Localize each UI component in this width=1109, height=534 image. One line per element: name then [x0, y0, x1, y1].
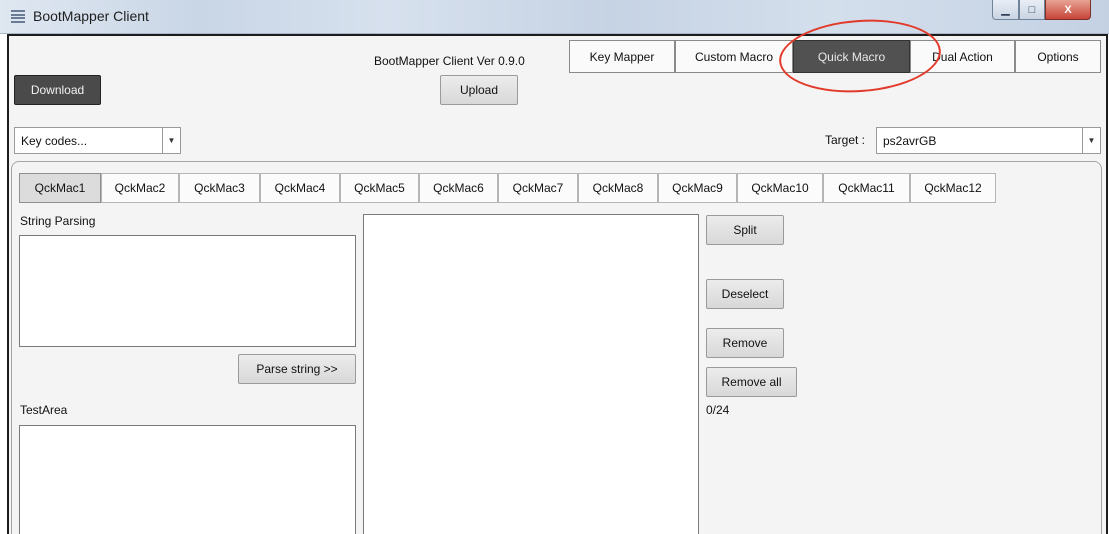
test-area-input[interactable] — [19, 425, 356, 534]
target-select[interactable]: ps2avrGB ▼ — [876, 127, 1101, 154]
tab-qckmac8[interactable]: QckMac8 — [578, 173, 658, 203]
test-area-label: TestArea — [20, 403, 68, 417]
target-label: Target : — [825, 133, 866, 147]
app-menu-icon[interactable] — [11, 10, 25, 23]
maximize-button[interactable]: □ — [1019, 0, 1045, 20]
split-button[interactable]: Split — [706, 215, 784, 245]
window-title: BootMapper Client — [33, 8, 149, 24]
tab-qckmac3[interactable]: QckMac3 — [179, 173, 260, 203]
download-button[interactable]: Download — [14, 75, 101, 105]
version-label: BootMapper Client Ver 0.9.0 — [374, 54, 525, 68]
deselect-button[interactable]: Deselect — [706, 279, 784, 309]
target-value: ps2avrGB — [883, 133, 937, 148]
remove-all-button[interactable]: Remove all — [706, 367, 797, 397]
tab-qckmac12[interactable]: QckMac12 — [910, 173, 996, 203]
tab-qckmac2[interactable]: QckMac2 — [101, 173, 179, 203]
title-bar: BootMapper Client ▁ □ X — [0, 0, 1109, 34]
key-codes-value: Key codes... — [21, 133, 88, 148]
tab-qckmac6[interactable]: QckMac6 — [419, 173, 498, 203]
key-codes-select[interactable]: Key codes... ▼ — [14, 127, 181, 154]
parse-string-button[interactable]: Parse string >> — [238, 354, 356, 384]
tab-custom-macro[interactable]: Custom Macro — [675, 40, 793, 73]
tab-qckmac11[interactable]: QckMac11 — [823, 173, 910, 203]
chevron-down-icon: ▼ — [162, 128, 180, 153]
close-button[interactable]: X — [1045, 0, 1091, 20]
tab-qckmac1[interactable]: QckMac1 — [19, 173, 101, 203]
tab-qckmac9[interactable]: QckMac9 — [658, 173, 737, 203]
tab-key-mapper[interactable]: Key Mapper — [569, 40, 675, 73]
macro-count: 0/24 — [706, 403, 730, 417]
tab-qckmac4[interactable]: QckMac4 — [260, 173, 340, 203]
macro-sequence-list[interactable] — [363, 214, 699, 534]
tab-qckmac5[interactable]: QckMac5 — [340, 173, 419, 203]
upload-button[interactable]: Upload — [440, 75, 518, 105]
chevron-down-icon: ▼ — [1082, 128, 1100, 153]
tab-options[interactable]: Options — [1015, 40, 1101, 73]
remove-button[interactable]: Remove — [706, 328, 784, 358]
minimize-button[interactable]: ▁ — [992, 0, 1019, 20]
tab-qckmac10[interactable]: QckMac10 — [737, 173, 823, 203]
tab-qckmac7[interactable]: QckMac7 — [498, 173, 578, 203]
string-parsing-label: String Parsing — [20, 214, 96, 228]
string-parsing-input[interactable] — [19, 235, 356, 347]
